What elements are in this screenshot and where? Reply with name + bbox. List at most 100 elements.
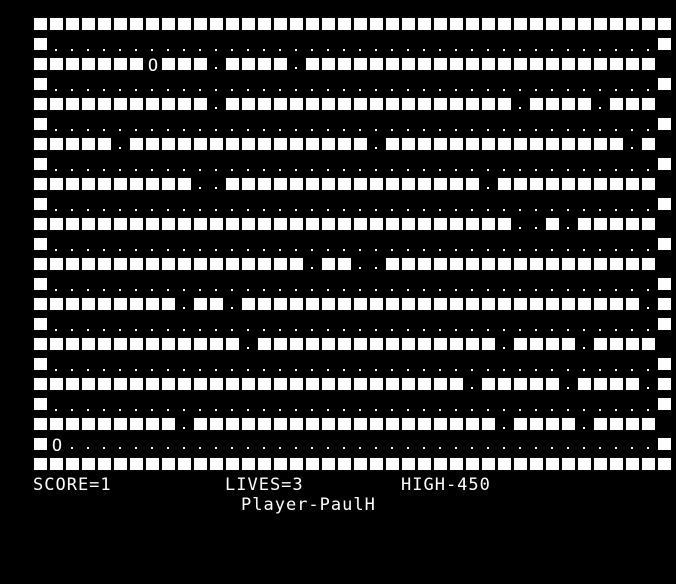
- wall-block: [529, 256, 545, 276]
- wall-block: [641, 96, 657, 116]
- dot: [193, 36, 209, 56]
- wall-block: [465, 216, 481, 236]
- dot: [369, 136, 385, 156]
- wall-block: [97, 256, 113, 276]
- wall-block: [641, 336, 657, 356]
- wall-block: [161, 416, 177, 436]
- wall-block: [417, 216, 433, 236]
- dot: [81, 36, 97, 56]
- dot: [321, 76, 337, 96]
- wall-block: [433, 96, 449, 116]
- wall-block: [33, 436, 49, 456]
- wall-block: [385, 136, 401, 156]
- wall-block: [209, 456, 225, 476]
- dot: [513, 76, 529, 96]
- dot: [465, 196, 481, 216]
- dot: [577, 436, 593, 456]
- dot: [449, 36, 465, 56]
- wall-block: [401, 416, 417, 436]
- dot: [193, 236, 209, 256]
- dot: [609, 316, 625, 336]
- wall-block: [49, 256, 65, 276]
- dot: [289, 156, 305, 176]
- dot: [49, 196, 65, 216]
- wall-block: [401, 136, 417, 156]
- wall-block: [545, 416, 561, 436]
- wall-block: [449, 16, 465, 36]
- dot: [385, 356, 401, 376]
- dot: [449, 76, 465, 96]
- wall-block: [609, 16, 625, 36]
- wall-block: [321, 256, 337, 276]
- wall-block: [113, 16, 129, 36]
- dot: [209, 76, 225, 96]
- wall-block: [577, 176, 593, 196]
- dot: [193, 356, 209, 376]
- wall-block: [305, 416, 321, 436]
- wall-block: [657, 436, 673, 456]
- dot: [257, 356, 273, 376]
- wall-block: [97, 376, 113, 396]
- dot: [193, 396, 209, 416]
- dot: [593, 276, 609, 296]
- wall-block: [401, 16, 417, 36]
- wall-block: [97, 416, 113, 436]
- wall-block: [641, 16, 657, 36]
- wall-block: [289, 176, 305, 196]
- dot: [593, 156, 609, 176]
- dot: [49, 236, 65, 256]
- dot: [129, 356, 145, 376]
- wall-block: [385, 256, 401, 276]
- wall-block: [529, 296, 545, 316]
- dot: [561, 316, 577, 336]
- dot: [225, 276, 241, 296]
- wall-block: [369, 456, 385, 476]
- dot: [113, 316, 129, 336]
- dot: [97, 116, 113, 136]
- dot: [625, 276, 641, 296]
- dot: [593, 436, 609, 456]
- dot: [465, 376, 481, 396]
- wall-block: [465, 296, 481, 316]
- wall-block: [273, 336, 289, 356]
- dot: [625, 436, 641, 456]
- wall-block: [577, 216, 593, 236]
- dot: [481, 316, 497, 336]
- wall-block: [465, 256, 481, 276]
- wall-block: [321, 416, 337, 436]
- dot: [353, 396, 369, 416]
- wall-block: [657, 376, 673, 396]
- wall-block: [385, 216, 401, 236]
- dot: [113, 436, 129, 456]
- wall-block: [337, 216, 353, 236]
- dot: [241, 396, 257, 416]
- wall-block: [145, 256, 161, 276]
- wall-block: [209, 336, 225, 356]
- dot: [161, 436, 177, 456]
- dot: [593, 356, 609, 376]
- dot: [497, 276, 513, 296]
- wall-block: [49, 376, 65, 396]
- dot: [385, 36, 401, 56]
- dot: [545, 276, 561, 296]
- dot: [529, 436, 545, 456]
- dot: [449, 436, 465, 456]
- wall-block: [369, 216, 385, 236]
- dot: [481, 176, 497, 196]
- wall-block: [49, 416, 65, 436]
- wall-block: [593, 136, 609, 156]
- dot: [129, 316, 145, 336]
- wall-block: [369, 296, 385, 316]
- dot: [289, 276, 305, 296]
- dot: [257, 276, 273, 296]
- wall-block: [81, 136, 97, 156]
- dot: [641, 236, 657, 256]
- dot: [321, 276, 337, 296]
- dot: [337, 356, 353, 376]
- dot: [49, 396, 65, 416]
- wall-block: [65, 216, 81, 236]
- dot: [577, 396, 593, 416]
- wall-block: [49, 96, 65, 116]
- dot: [433, 196, 449, 216]
- dot: [209, 356, 225, 376]
